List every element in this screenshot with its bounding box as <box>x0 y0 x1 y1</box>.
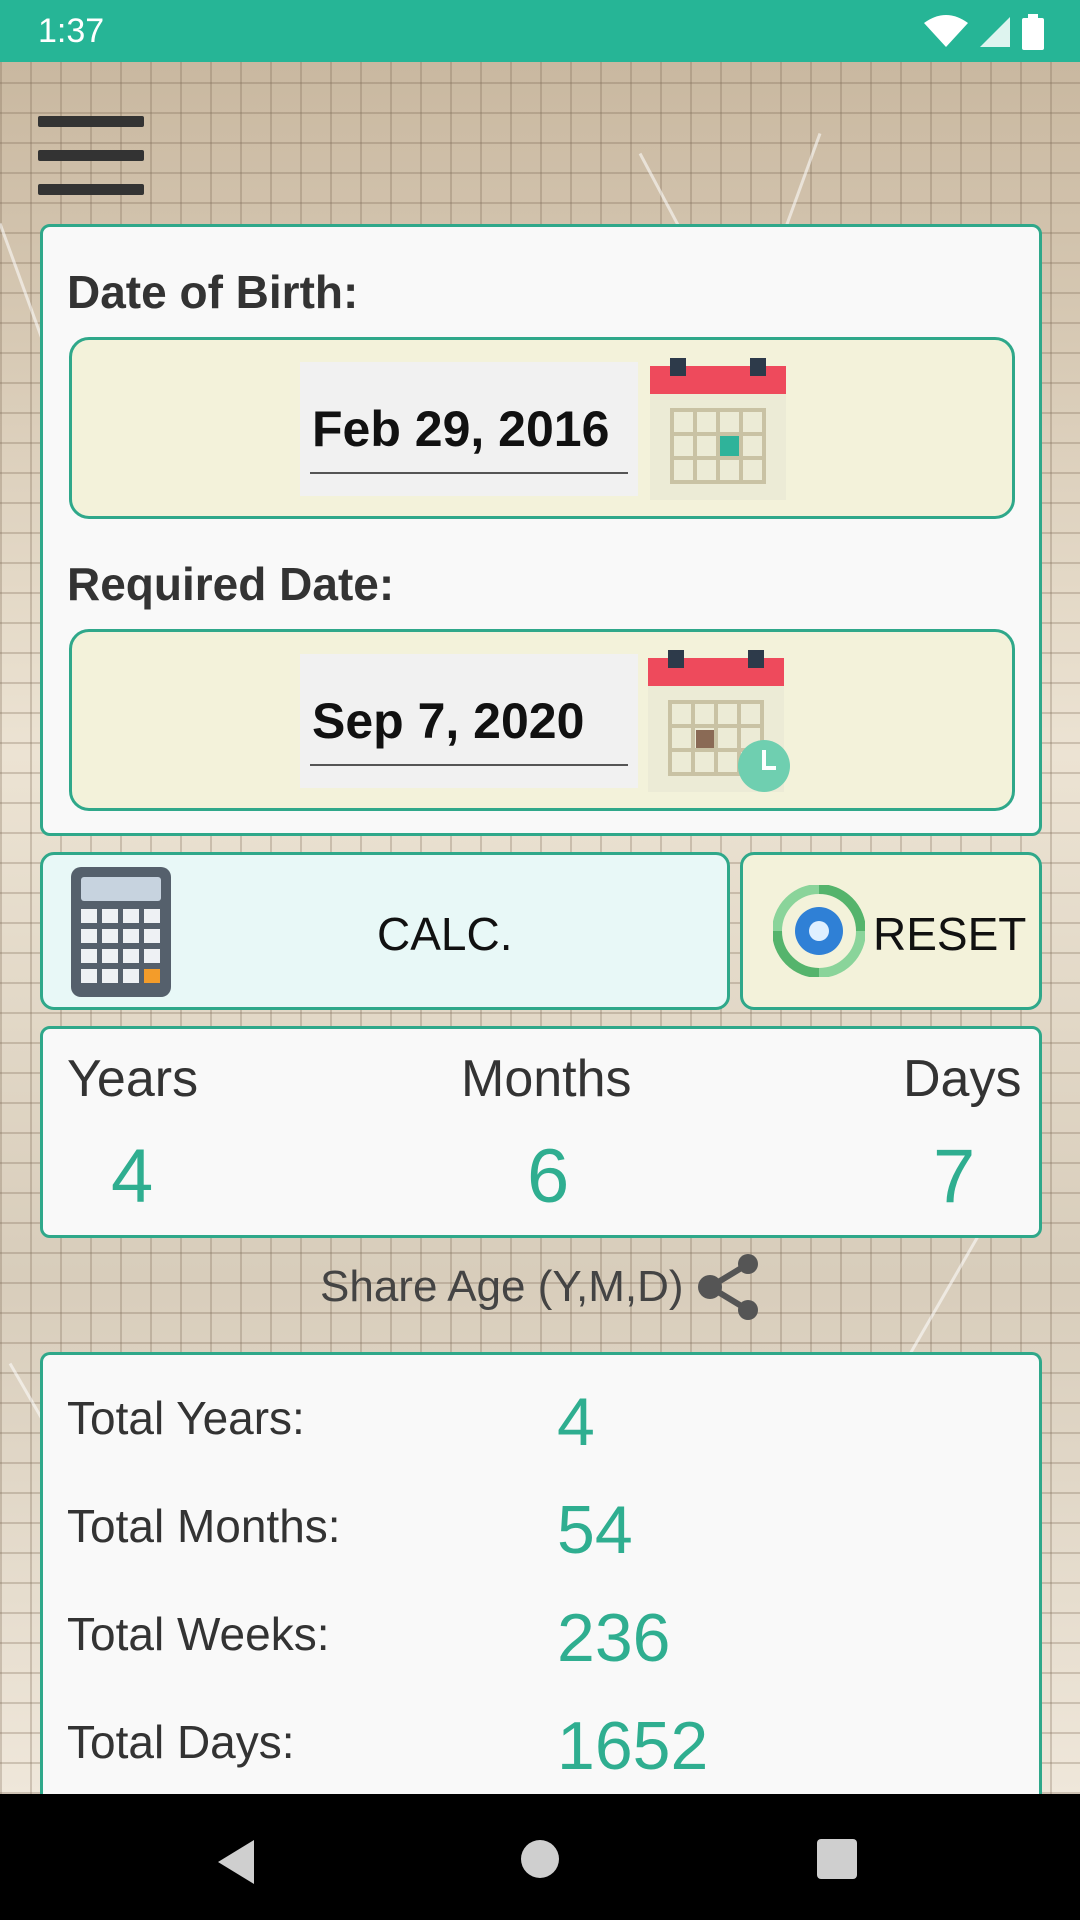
required-value: Sep 7, 2020 <box>312 693 585 749</box>
reset-label: RESET <box>873 908 1027 960</box>
totals-card: Total Years: 4 Total Months: 54 Total We… <box>40 1352 1042 1832</box>
calc-button[interactable]: CALC. <box>40 852 730 1010</box>
back-nav-icon[interactable] <box>214 1838 258 1886</box>
months-header: Months <box>461 1050 632 1108</box>
calendar-clock-icon[interactable] <box>648 650 794 792</box>
battery-icon <box>1022 14 1044 50</box>
required-label: Required Date: <box>67 558 395 610</box>
share-row[interactable]: Share Age (Y,M,D) <box>320 1250 770 1330</box>
dob-field[interactable]: Feb 29, 2016 <box>300 362 638 496</box>
required-field[interactable]: Sep 7, 2020 <box>300 654 638 788</box>
dob-value: Feb 29, 2016 <box>312 401 610 457</box>
navigation-bar <box>0 1794 1080 1920</box>
recents-nav-icon[interactable] <box>817 1839 857 1879</box>
share-label: Share Age (Y,M,D) <box>320 1262 684 1311</box>
status-time: 1:37 <box>38 12 105 50</box>
years-header: Years <box>67 1050 199 1108</box>
total-years-label: Total Years: <box>67 1392 305 1444</box>
reset-button[interactable]: RESET <box>740 852 1042 1010</box>
calculator-icon <box>71 867 171 997</box>
dob-label: Date of Birth: <box>67 266 359 318</box>
months-value: 6 <box>527 1134 570 1219</box>
signal-icon <box>980 17 1010 47</box>
date-input-card: Date of Birth: Feb 29, 2016 Required Dat… <box>40 224 1042 836</box>
home-nav-icon[interactable] <box>519 1838 561 1880</box>
wifi-icon <box>924 15 968 47</box>
total-weeks-value: 236 <box>557 1600 671 1676</box>
share-icon[interactable] <box>696 1252 762 1322</box>
total-weeks-label: Total Weeks: <box>67 1608 330 1660</box>
total-days-value: 1652 <box>557 1708 709 1784</box>
menu-icon[interactable] <box>38 114 144 196</box>
reset-gear-icon <box>773 885 865 977</box>
years-value: 4 <box>111 1134 154 1219</box>
total-years-value: 4 <box>557 1384 595 1460</box>
total-days-label: Total Days: <box>67 1716 295 1768</box>
calc-label: CALC. <box>377 908 513 960</box>
days-header: Days <box>903 1050 1022 1108</box>
required-box: Sep 7, 2020 <box>69 629 1015 811</box>
total-months-label: Total Months: <box>67 1500 341 1552</box>
dob-box: Feb 29, 2016 <box>69 337 1015 519</box>
days-value: 7 <box>933 1134 976 1219</box>
calendar-icon[interactable] <box>650 358 786 500</box>
result-card: Years Months Days 4 6 7 <box>40 1026 1042 1238</box>
total-months-value: 54 <box>557 1492 633 1568</box>
status-bar: 1:37 <box>0 0 1080 62</box>
